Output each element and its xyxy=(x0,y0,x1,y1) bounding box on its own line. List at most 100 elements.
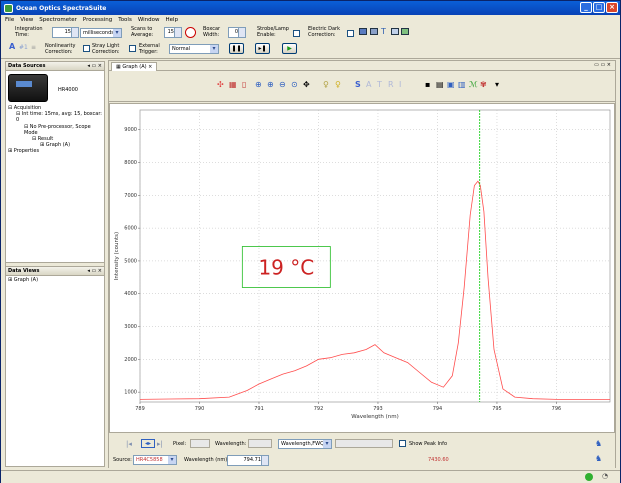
step-icon[interactable]: ◂▸ xyxy=(141,439,155,448)
panel-controls-icon[interactable]: ◂ ▭ × xyxy=(87,267,102,276)
strobe-lamp-checkbox[interactable] xyxy=(293,30,300,37)
wavelength-nm-spinner[interactable]: 794.71 xyxy=(227,455,269,466)
menu-processing[interactable]: Processing xyxy=(83,17,112,23)
x-tick-label: 796 xyxy=(552,406,562,412)
app-icon xyxy=(4,3,13,13)
x-tick-label: 795 xyxy=(492,406,502,412)
previous-pixel-icon[interactable]: |◂ xyxy=(126,440,132,448)
hash-icon[interactable]: #1 xyxy=(19,44,28,51)
strobe-lamp-label: Strobe/Lamp Enable: xyxy=(257,26,289,38)
maximize-button[interactable]: □ xyxy=(593,2,605,13)
graph-options-icon[interactable]: ♞ xyxy=(595,439,602,448)
menu-file[interactable]: File xyxy=(5,17,14,23)
pause-button[interactable]: ❚❚ xyxy=(229,43,244,54)
tree-item-properties[interactable]: ⊞ Properties xyxy=(8,148,102,154)
spectrum-chart-svg[interactable]: 1000 2000 3000 4000 5000 6000 7000 8000 9000 789 7… xyxy=(110,104,614,432)
tab-graph-a[interactable]: ▦ Graph (A) × xyxy=(111,62,158,71)
y-tick-label: 2000 xyxy=(124,357,137,363)
window-title: Ocean Optics SpectraSuite xyxy=(16,4,107,12)
trigger-mode-select[interactable]: Normal xyxy=(169,44,219,54)
peak-mode-field[interactable] xyxy=(335,439,393,448)
peak-mode-select[interactable]: Wavelength,FWQM xyxy=(278,439,332,449)
transmission-icon[interactable]: T xyxy=(381,27,386,36)
bulb-icon[interactable]: ♀ xyxy=(335,80,341,90)
panel-controls-icon[interactable]: ◂ ▭ × xyxy=(87,62,102,71)
close-button[interactable]: × xyxy=(606,2,618,13)
stack-icon[interactable]: ≡ xyxy=(31,44,36,51)
y-tick-label: 4000 xyxy=(124,291,137,297)
integration-unit-select[interactable]: milliseconds xyxy=(80,28,122,38)
tree-item-preprocessor[interactable]: ⊟ No Pre-processor, Scope Mode xyxy=(8,124,102,136)
wavelength-field[interactable] xyxy=(248,439,272,448)
boxcar-width-spinner[interactable]: 0 xyxy=(228,27,246,38)
show-peak-info-label: Show Peak Info xyxy=(409,441,448,447)
menu-view[interactable]: View xyxy=(20,17,33,23)
show-peak-info-checkbox[interactable] xyxy=(399,440,406,447)
store-dark-icon[interactable] xyxy=(359,28,367,35)
transmission-mode-button[interactable]: T xyxy=(377,80,382,90)
scale-icon[interactable]: ▯ xyxy=(242,80,246,90)
data-view-graph[interactable]: ⊞ Graph (A) xyxy=(8,277,102,283)
x-tick-label: 791 xyxy=(254,406,264,412)
tree-item-int-time[interactable]: ⊟ Int time: 15ms, avg: 15, boxcar: 0 xyxy=(8,111,102,123)
nonlinearity-checkbox[interactable] xyxy=(83,45,90,52)
save-icon[interactable]: ▪ xyxy=(425,80,430,90)
menu-spectrometer[interactable]: Spectrometer xyxy=(39,17,77,23)
data-views-tree: ⊞ Graph (A) xyxy=(6,276,104,284)
lamp-icon[interactable]: ♀ xyxy=(323,80,329,90)
grid-icon[interactable]: ▦ xyxy=(229,80,237,90)
next-pixel-icon[interactable]: ▸| xyxy=(157,440,163,448)
font-size-icon[interactable]: A xyxy=(9,42,15,51)
play-button[interactable]: ▶ xyxy=(282,43,297,54)
graph-window-controls-icon[interactable]: ▭ ▭ × xyxy=(594,62,611,68)
nonlinearity-label: Nonlinearity Correction: xyxy=(45,43,76,55)
pan-icon[interactable]: ✥ xyxy=(303,80,310,90)
absorbance-icon[interactable] xyxy=(391,28,399,35)
print-icon[interactable]: ▤ xyxy=(436,80,444,90)
zoom-out-icon[interactable]: ⊖ xyxy=(279,80,286,90)
irradiance-icon[interactable] xyxy=(401,28,409,35)
zoom-reset-icon[interactable]: ⊙ xyxy=(291,80,298,90)
crosshair-icon[interactable]: ✣ xyxy=(217,80,224,90)
reflection-mode-button[interactable]: R xyxy=(388,80,394,90)
zoom-box-icon[interactable]: ⊕ xyxy=(267,80,274,90)
y-tick-label: 6000 xyxy=(124,226,137,232)
overlay-icon[interactable]: ▥ xyxy=(458,80,466,90)
minimize-button[interactable]: _ xyxy=(580,2,592,13)
zoom-in-icon[interactable]: ⊕ xyxy=(255,80,262,90)
y-tick-label: 8000 xyxy=(124,160,137,166)
stop-scan-icon[interactable] xyxy=(185,27,196,38)
data-views-header: Data Views ◂ ▭ × xyxy=(6,267,104,276)
device-name[interactable]: HR4000 xyxy=(58,87,78,93)
menu-tools[interactable]: Tools xyxy=(118,17,132,23)
absorbance-mode-button[interactable]: A xyxy=(366,80,371,90)
y-tick-label: 7000 xyxy=(124,193,137,199)
irradiance-mode-button[interactable]: I xyxy=(399,80,401,90)
source-select[interactable]: HR4C5858 xyxy=(133,455,177,465)
boxcar-width-label: Boxcar Width: xyxy=(203,26,221,38)
dropdown-arrow-icon[interactable]: ▾ xyxy=(495,80,499,90)
scans-to-average-spinner[interactable]: 15 xyxy=(164,27,182,38)
electric-dark-label: Electric Dark Correction: xyxy=(308,26,340,38)
data-sources-panel: Data Sources ◂ ▭ × HR4000 ⊟ Acquisition … xyxy=(5,61,105,269)
pixel-field[interactable] xyxy=(190,439,210,448)
integration-time-spinner[interactable]: 15 xyxy=(52,27,79,38)
menu-window[interactable]: Window xyxy=(138,17,160,23)
electric-dark-checkbox[interactable] xyxy=(347,30,354,37)
copy-icon[interactable]: ▣ xyxy=(447,80,455,90)
store-reference-icon[interactable] xyxy=(370,28,378,35)
scope-mode-button[interactable]: S xyxy=(355,80,361,90)
menu-help[interactable]: Help xyxy=(166,17,179,23)
graph-controls-bar: |◂ ◂▸ ▸| Pixel: Wavelength: Wavelength,F… xyxy=(109,434,615,468)
peak-icon[interactable]: ✾ xyxy=(480,80,487,90)
spectrometer-device-icon[interactable] xyxy=(8,74,48,102)
stray-light-checkbox[interactable] xyxy=(129,45,136,52)
spectrum-icon[interactable]: ℳ xyxy=(469,80,478,90)
title-bar[interactable]: Ocean Optics SpectraSuite _ □ × xyxy=(1,1,620,15)
data-views-title: Data Views xyxy=(8,268,40,274)
single-acquire-button[interactable]: ▸❚ xyxy=(255,43,270,54)
graph-tab-bar: ▦ Graph (A) × ▭ ▭ × xyxy=(109,61,615,71)
export-icon[interactable]: ♞ xyxy=(595,454,602,463)
spectrum-plot[interactable]: 1000 2000 3000 4000 5000 6000 7000 8000 9000 789 7… xyxy=(109,103,615,433)
data-views-panel: Data Views ◂ ▭ × ⊞ Graph (A) xyxy=(5,266,105,467)
